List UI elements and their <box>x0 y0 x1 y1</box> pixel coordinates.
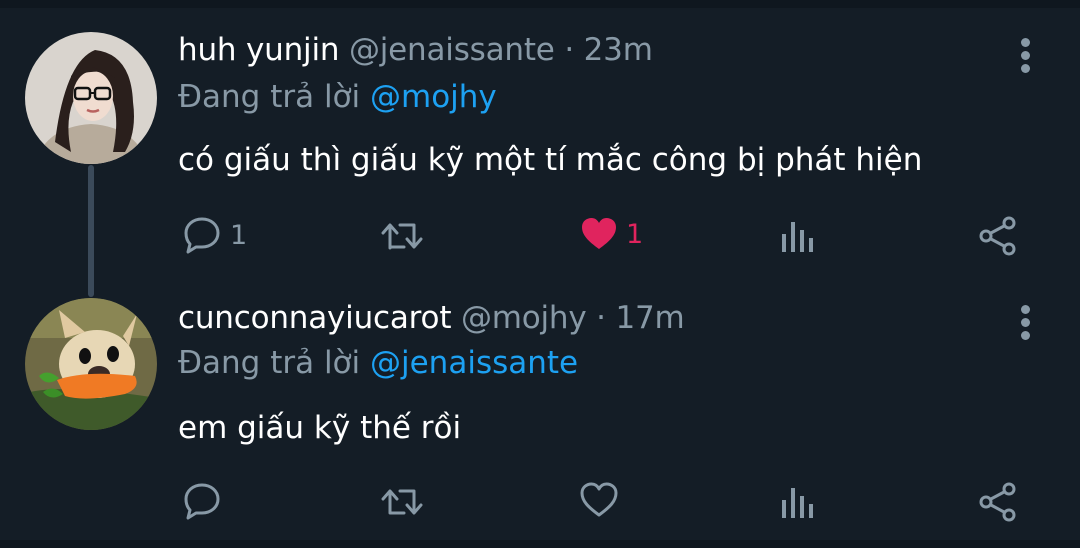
tweet-text: em giấu kỹ thế rồi <box>178 410 462 446</box>
top-divider <box>0 0 1080 8</box>
more-icon[interactable] <box>1014 303 1038 343</box>
replying-to-mention[interactable]: @jenaissante <box>370 345 578 381</box>
display-name[interactable]: huh yunjin <box>178 32 340 68</box>
retweet-icon <box>381 223 423 250</box>
reply-button[interactable] <box>182 482 222 520</box>
replying-to: Đang trả lời @mojhy <box>178 79 497 115</box>
analytics-icon <box>782 488 813 518</box>
retweet-icon <box>381 489 423 515</box>
share-icon <box>979 482 1016 522</box>
reply-icon <box>184 217 220 254</box>
reply-button[interactable]: 1 <box>182 216 247 254</box>
replying-prefix: Đang trả lời <box>178 79 361 115</box>
tweet-text: có giấu thì giấu kỹ một tí mắc công bị p… <box>178 142 923 178</box>
like-button[interactable]: 1 <box>580 216 643 252</box>
timestamp[interactable]: 17m <box>615 300 684 336</box>
retweet-button[interactable] <box>380 484 424 520</box>
thread-connector-line <box>88 165 94 297</box>
avatar[interactable] <box>25 32 157 164</box>
like-count: 1 <box>626 218 644 250</box>
avatar[interactable] <box>25 298 157 430</box>
analytics-button[interactable] <box>780 218 814 254</box>
analytics-button[interactable] <box>780 484 814 520</box>
replying-to-mention[interactable]: @mojhy <box>370 79 497 115</box>
reply-icon <box>184 483 220 520</box>
tweet-header: cunconnayiucarot @mojhy · 17m <box>178 300 685 336</box>
like-icon <box>580 482 618 517</box>
replying-to: Đang trả lời @jenaissante <box>178 345 578 381</box>
display-name[interactable]: cunconnayiucarot <box>178 300 451 336</box>
replying-prefix: Đang trả lời <box>178 345 361 381</box>
more-icon[interactable] <box>1014 36 1038 76</box>
woman-glasses-avatar-icon <box>25 32 157 164</box>
analytics-icon <box>782 222 813 252</box>
separator-dot: · <box>596 300 606 336</box>
like-icon <box>582 218 616 249</box>
username-handle[interactable]: @jenaissante <box>349 32 555 68</box>
share-icon <box>979 216 1016 256</box>
retweet-button[interactable] <box>380 218 424 254</box>
puppy-with-carrot-avatar-icon <box>25 298 157 430</box>
like-button[interactable] <box>580 482 618 518</box>
timestamp[interactable]: 23m <box>584 32 653 68</box>
separator-dot: · <box>564 32 574 68</box>
share-button[interactable] <box>978 482 1018 522</box>
share-button[interactable] <box>978 216 1018 256</box>
bottom-divider <box>0 540 1080 548</box>
username-handle[interactable]: @mojhy <box>461 300 587 336</box>
tweet-header: huh yunjin @jenaissante · 23m <box>178 32 653 68</box>
reply-count: 1 <box>230 219 248 251</box>
